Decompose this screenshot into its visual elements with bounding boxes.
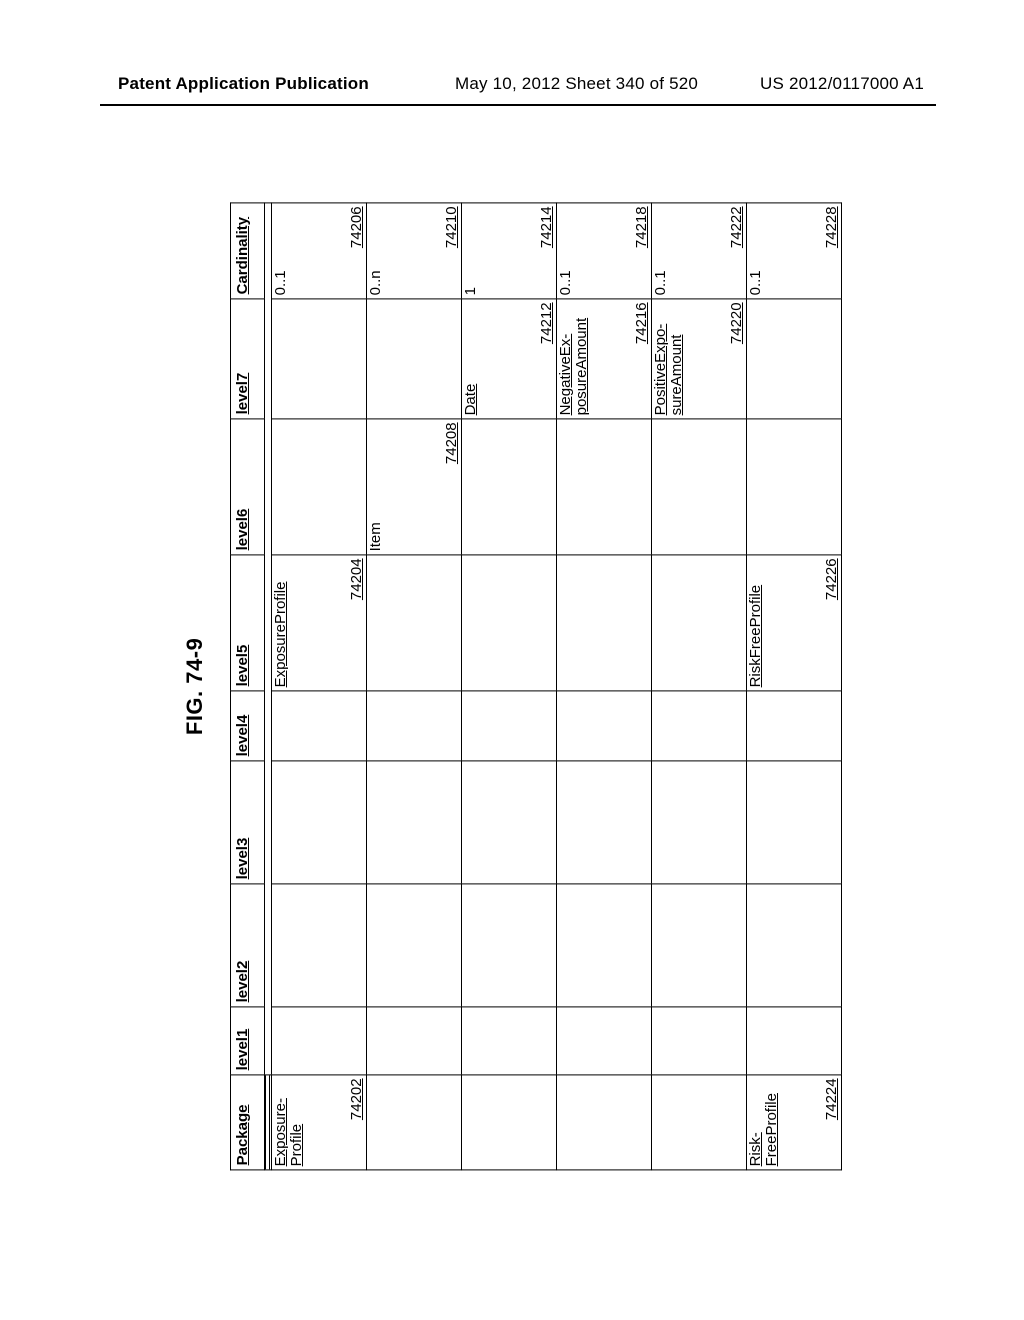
page: Patent Application Publication May 10, 2… [0,0,1024,1320]
cell-value: NegativeEx-posureAmount [558,301,590,415]
cell-value: Exposure-Profile [273,1077,305,1166]
col-level5: level5 [231,555,265,691]
cell-ref: 74226 [823,558,840,600]
cell-ref: 74218 [633,206,650,248]
cell-value: 1 [463,205,479,295]
col-level7: level7 [231,299,265,419]
cell-value: Date [463,301,479,415]
col-package: Package [231,1075,265,1170]
cell-ref: 74202 [348,1078,365,1120]
cell-ref: 74222 [728,206,745,248]
figure-title: FIG. 74-9 [182,202,208,1170]
col-cardinality: Cardinality [231,203,265,299]
col-level1: level1 [231,1007,265,1075]
header-rule [100,104,936,106]
cell-ref: 74224 [823,1078,840,1120]
table-header-row: Package level1 level2 level3 level4 leve… [231,203,265,1170]
cell-value: 0..1 [558,205,574,295]
table-row: NegativeEx-posureAmount 74216 0..1 74218 [557,203,652,1170]
col-level6: level6 [231,419,265,555]
cell-value: RiskFreeProfile [748,557,764,687]
cell-value: 0..n [368,205,384,295]
sheet-info: May 10, 2012 Sheet 340 of 520 [455,74,698,94]
table-row: Item 74208 0..n 74210 [367,203,462,1170]
cell-ref: 74220 [728,302,745,344]
col-level3: level3 [231,761,265,884]
cell-value: PositiveExpo-sureAmount [653,301,685,415]
cell-value: ExposureProfile [273,557,289,687]
cell-ref: 74206 [348,206,365,248]
table-row: PositiveExpo-sureAmount 74220 0..1 74222 [652,203,747,1170]
cell-value: 0..1 [748,205,764,295]
top-stripe [265,203,272,1170]
cell-ref: 74214 [538,206,555,248]
cell-ref: 74204 [348,558,365,600]
table-row: Date 74212 1 74214 [462,203,557,1170]
table-row: Exposure-Profile 74202 ExposureProfile 742… [272,203,367,1170]
col-level2: level2 [231,884,265,1007]
pub-number: US 2012/0117000 A1 [760,74,924,94]
cell-ref: 74210 [443,206,460,248]
table-row: Risk-FreeProfile 74224 RiskFreeProfile 742… [747,203,842,1170]
cell-value: 0..1 [273,205,289,295]
cell-ref: 74208 [443,422,460,464]
cell-ref: 74212 [538,302,555,344]
hierarchy-table: Package level1 level2 level3 level4 leve… [230,202,842,1170]
col-level4: level4 [231,691,265,761]
pub-type: Patent Application Publication [118,74,369,94]
cell-ref: 74216 [633,302,650,344]
figure: FIG. 74-9 Package level1 level2 level3 l… [182,202,842,1170]
cell-value: Item [368,421,384,551]
cell-value: Risk-FreeProfile [748,1077,780,1166]
cell-ref: 74228 [823,206,840,248]
cell-value: 0..1 [653,205,669,295]
